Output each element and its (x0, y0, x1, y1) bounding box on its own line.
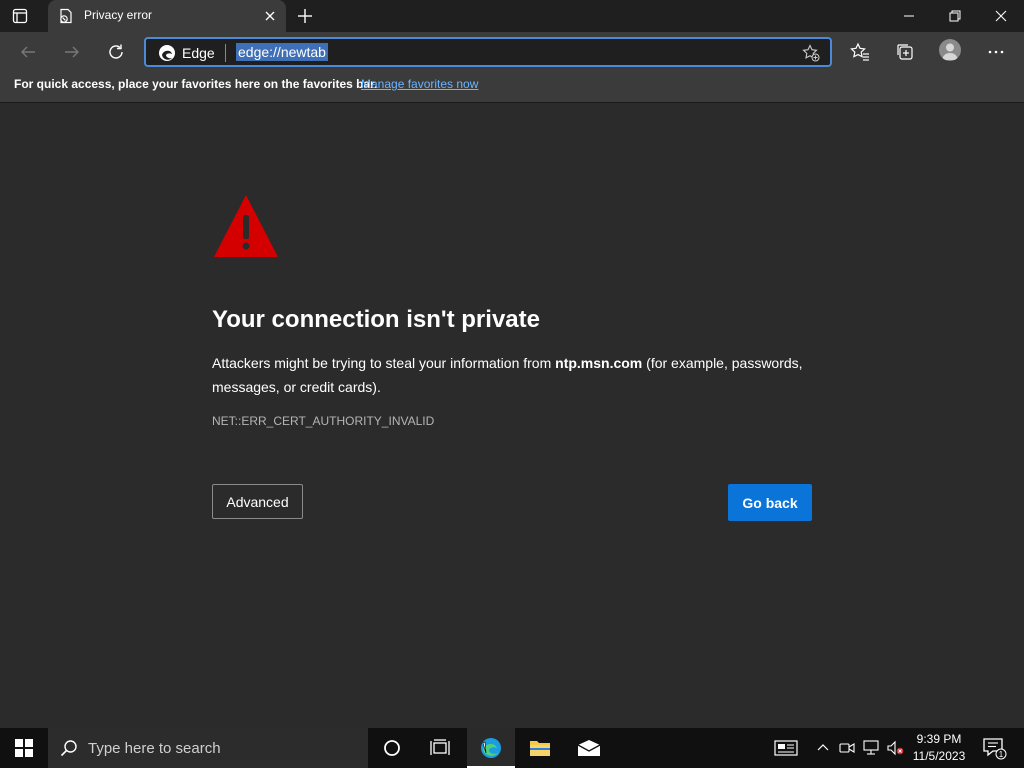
minimize-button[interactable] (886, 0, 932, 32)
notification-count: 1 (999, 750, 1004, 759)
tab-actions-icon[interactable] (12, 8, 28, 24)
favorites-bar-message: For quick access, place your favorites h… (14, 77, 378, 91)
clock-time: 9:39 PM (916, 732, 962, 746)
url-input[interactable]: edge://newtab (236, 43, 328, 61)
file-explorer-icon[interactable] (516, 728, 564, 768)
add-favorite-icon[interactable] (802, 44, 820, 62)
forward-button[interactable] (60, 40, 84, 64)
back-button[interactable] (16, 40, 40, 64)
go-back-button[interactable]: Go back (728, 484, 812, 521)
error-message-before: Attackers might be trying to steal your … (212, 355, 556, 371)
error-message: Attackers might be trying to steal your … (212, 351, 812, 399)
network-icon[interactable] (860, 728, 882, 768)
tab-privacy-error[interactable]: Privacy error (48, 0, 286, 32)
address-divider (225, 44, 226, 62)
edge-logo-icon (158, 44, 176, 62)
favorites-bar: For quick access, place your favorites h… (0, 72, 1024, 103)
taskbar: Type here to search 9:39 PM 11/5/2023 1 (0, 728, 1024, 768)
error-code: NET::ERR_CERT_AUTHORITY_INVALID (212, 414, 435, 428)
taskbar-clock[interactable]: 9:39 PM 11/5/2023 (905, 731, 973, 765)
refresh-button[interactable] (104, 40, 128, 64)
clock-date: 11/5/2023 (912, 749, 966, 763)
error-page: Your connection isn't private Attackers … (0, 103, 1024, 728)
page-error-icon (58, 8, 74, 24)
task-view-icon[interactable] (416, 728, 464, 768)
profile-avatar[interactable] (939, 39, 961, 61)
news-widget-icon[interactable] (772, 728, 800, 768)
meet-now-icon[interactable] (837, 728, 857, 768)
cortana-icon[interactable] (368, 728, 416, 768)
search-placeholder: Type here to search (88, 740, 221, 757)
restore-button[interactable] (932, 0, 978, 32)
address-bar[interactable]: Edge edge://newtab (144, 37, 832, 67)
advanced-button[interactable]: Advanced (212, 484, 303, 519)
start-button[interactable] (0, 728, 48, 768)
taskbar-search-box[interactable]: Type here to search (48, 728, 368, 768)
error-heading: Your connection isn't private (212, 306, 540, 333)
tab-title: Privacy error (84, 8, 153, 22)
close-tab-icon[interactable] (262, 8, 278, 24)
search-icon (60, 739, 78, 757)
new-tab-icon[interactable] (296, 7, 314, 25)
manage-favorites-link[interactable]: Manage favorites now (361, 77, 478, 91)
volume-muted-icon[interactable] (884, 728, 906, 768)
close-window-button[interactable] (978, 0, 1024, 32)
more-options-icon[interactable] (984, 40, 1008, 64)
edge-taskbar-icon[interactable] (467, 728, 515, 768)
notification-center-icon[interactable]: 1 (980, 734, 1008, 762)
mail-icon[interactable] (565, 728, 613, 768)
toolbar: Edge edge://newtab (0, 32, 1024, 72)
site-identity-label: Edge (182, 45, 215, 61)
favorites-icon[interactable] (848, 40, 872, 64)
chevron-up-icon[interactable] (814, 728, 832, 768)
warning-icon (212, 193, 280, 259)
title-bar: Privacy error (0, 0, 1024, 32)
error-host: ntp.msn.com (555, 355, 643, 371)
collections-icon[interactable] (893, 40, 917, 64)
